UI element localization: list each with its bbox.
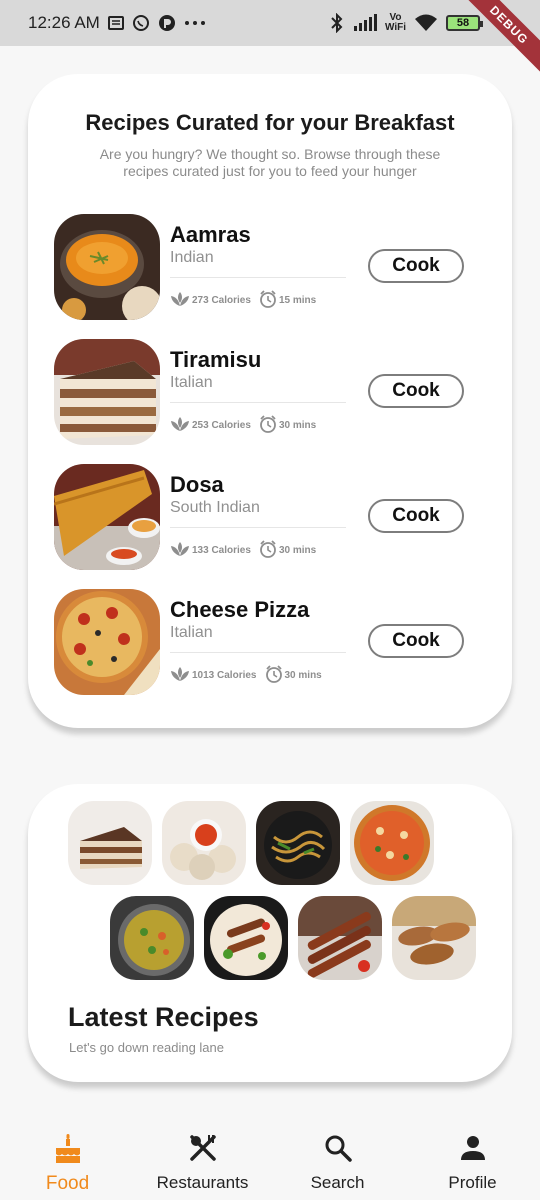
recipe-thumbnail[interactable] — [256, 801, 340, 885]
cook-button[interactable]: Cook — [368, 249, 464, 283]
recipe-image[interactable] — [54, 589, 160, 695]
battery-level: 58 — [456, 17, 470, 29]
recipe-name: Aamras — [170, 222, 251, 247]
recipe-meta: 133 Calories 30 mins — [170, 540, 324, 561]
recipe-thumbnail[interactable] — [68, 801, 152, 885]
time-info: 30 mins — [259, 540, 316, 561]
nav-label: Profile — [448, 1173, 497, 1192]
recipe-image[interactable] — [54, 339, 160, 445]
recipe-image[interactable] — [54, 214, 160, 320]
recipe-item-dosa[interactable]: Dosa South Indian 133 Calories 30 mins C… — [54, 464, 484, 570]
recipe-thumbnail[interactable] — [110, 896, 194, 980]
leaf-icon — [170, 291, 190, 310]
calories-info: 133 Calories — [170, 541, 251, 560]
alarm-clock-icon — [259, 290, 277, 311]
notes-icon — [107, 15, 124, 31]
bluetooth-icon — [329, 13, 345, 33]
alarm-clock-icon — [265, 665, 283, 686]
vowifi-icon: Vo WiFi — [384, 12, 406, 33]
alarm-clock-icon — [259, 415, 277, 436]
recipe-thumbnail[interactable] — [350, 801, 434, 885]
nav-item-food[interactable]: Food — [0, 1118, 135, 1200]
recipe-thumbnail[interactable] — [204, 896, 288, 980]
nav-item-restaurants[interactable]: Restaurants — [135, 1118, 270, 1200]
recipe-cuisine: South Indian — [170, 499, 260, 516]
nav-item-search[interactable]: Search — [270, 1118, 405, 1200]
cook-button[interactable]: Cook — [368, 624, 464, 658]
breakfast-title: Recipes Curated for your Breakfast — [85, 110, 455, 135]
utensils-icon — [189, 1134, 217, 1169]
calories-info: 273 Calories — [170, 291, 251, 310]
calories-info: 1013 Calories — [170, 666, 257, 685]
alarm-clock-icon — [259, 540, 277, 561]
recipe-name: Dosa — [170, 472, 224, 497]
latest-recipes-subtitle: Let's go down reading lane — [69, 1040, 224, 1055]
nav-label: Restaurants — [156, 1173, 249, 1192]
cook-button[interactable]: Cook — [368, 499, 464, 533]
recipe-item-tiramisu[interactable]: Tiramisu Italian 253 Calories 30 mins Co… — [54, 339, 484, 445]
nav-item-profile[interactable]: Profile — [405, 1118, 540, 1200]
leaf-icon — [170, 666, 190, 685]
recipe-item-aamras[interactable]: Aamras Indian 273 Calories 15 mins Cook — [54, 214, 484, 320]
signal-icon — [353, 14, 377, 32]
recipe-thumbnail[interactable] — [162, 801, 246, 885]
more-dots-icon — [184, 20, 206, 26]
latest-recipes-card: Latest Recipes Let's go down reading lan… — [28, 784, 512, 1082]
time-info: 30 mins — [265, 665, 322, 686]
debug-banner: DEBUG — [455, 0, 540, 79]
calories-info: 253 Calories — [170, 416, 251, 435]
cake-icon — [54, 1134, 82, 1169]
status-bar: 12:26 AM Vo WiFi 58 DEBUG — [0, 0, 540, 79]
recipe-cuisine: Italian — [170, 624, 213, 641]
recipe-meta: 1013 Calories 30 mins — [170, 665, 330, 686]
recipe-name: Tiramisu — [170, 347, 262, 372]
person-icon — [459, 1134, 487, 1169]
cook-button[interactable]: Cook — [368, 374, 464, 408]
whatsapp-icon — [132, 14, 150, 32]
divider — [170, 277, 346, 278]
recipe-name: Cheese Pizza — [170, 597, 310, 622]
search-icon — [324, 1134, 352, 1169]
recipe-item-cheese-pizza[interactable]: Cheese Pizza Italian 1013 Calories 30 mi… — [54, 589, 484, 695]
nav-label: Search — [310, 1173, 365, 1192]
status-time: 12:26 AM — [28, 13, 100, 32]
app-icon — [158, 14, 176, 32]
recipe-image[interactable] — [54, 464, 160, 570]
time-info: 15 mins — [259, 290, 316, 311]
battery-icon: 58 — [446, 15, 483, 31]
breakfast-subtitle: Are you hungry? We thought so. Browse th… — [99, 146, 441, 179]
leaf-icon — [170, 541, 190, 560]
recipe-meta: 253 Calories 30 mins — [170, 415, 324, 436]
recipe-cuisine: Indian — [170, 249, 214, 266]
leaf-icon — [170, 416, 190, 435]
recipe-thumbnail[interactable] — [298, 896, 382, 980]
divider — [170, 652, 346, 653]
bottom-navigation: Food Restaurants Search Profile — [0, 1118, 540, 1200]
nav-label: Food — [45, 1173, 90, 1194]
recipe-cuisine: Italian — [170, 374, 213, 391]
latest-recipes-title: Latest Recipes — [68, 1002, 259, 1032]
breakfast-card: Recipes Curated for your Breakfast Are y… — [28, 74, 512, 728]
divider — [170, 527, 346, 528]
divider — [170, 402, 346, 403]
wifi-icon — [414, 14, 438, 32]
recipe-meta: 273 Calories 15 mins — [170, 290, 324, 311]
recipe-thumbnail[interactable] — [392, 896, 476, 980]
time-info: 30 mins — [259, 415, 316, 436]
